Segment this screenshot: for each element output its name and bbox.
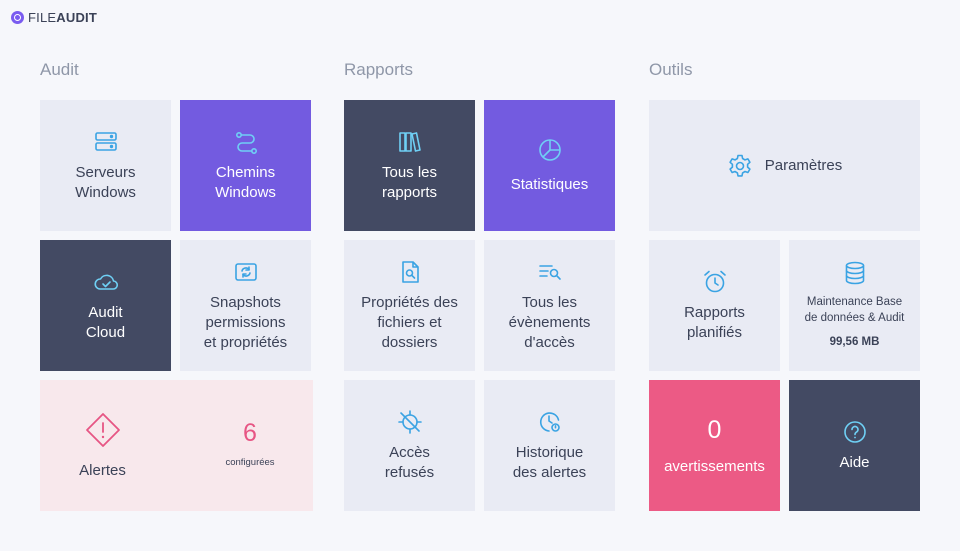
alerts-count: 6 [243, 418, 257, 447]
section-title-tools: Outils [649, 60, 693, 79]
logo-mark-icon [11, 11, 24, 24]
list-search-icon [538, 264, 561, 280]
tile-warnings[interactable]: 0 avertissements [649, 380, 780, 511]
books-icon [398, 131, 421, 152]
section-title-reports: Rapports [344, 60, 413, 79]
tile-statistics-label: Statistiques [510, 175, 589, 193]
tile-alert-history-label: Historique des alertes [512, 443, 587, 481]
help-circle-icon [843, 420, 866, 443]
tile-access-denied[interactable]: Accès refusés [344, 380, 475, 511]
app-logo: FILEAUDIT [11, 10, 97, 25]
tile-scheduled-reports-label: Rapports planifiés [684, 303, 745, 341]
tile-windows-servers-label: Serveurs Windows [75, 163, 136, 201]
tile-snapshots[interactable]: Snapshots permissions et propriétés [180, 240, 311, 371]
logo-suffix: AUDIT [56, 10, 97, 25]
tile-db-maintenance[interactable]: Maintenance Base de données & Audit 99,5… [789, 240, 920, 371]
section-title-audit: Audit [40, 60, 79, 79]
logo-text: FILEAUDIT [28, 10, 97, 25]
alerts-label: Alertes [79, 461, 126, 479]
tile-windows-paths-label: Chemins Windows [215, 163, 276, 201]
cloud-check-icon [93, 274, 118, 290]
gear-icon [729, 154, 751, 177]
tile-audit-cloud[interactable]: Audit Cloud [40, 240, 171, 371]
tile-snapshots-label: Snapshots permissions et propriétés [203, 293, 288, 351]
warnings-count: 0 [707, 415, 722, 444]
tile-audit-cloud-label: Audit Cloud [85, 303, 126, 341]
route-icon [235, 131, 257, 154]
alerts-counter: 6 configurées [215, 380, 285, 511]
tile-access-events[interactable]: Tous les évènements d'accès [484, 240, 615, 371]
alerts-count-label: configurées [225, 456, 275, 468]
tile-scheduled-reports[interactable]: Rapports planifiés [649, 240, 780, 371]
warnings-label: avertissements [664, 457, 765, 475]
tile-settings[interactable]: Paramètres [649, 100, 920, 231]
file-search-icon [401, 260, 419, 283]
pie-chart-icon [538, 138, 561, 161]
tile-file-properties-label: Propriétés des fichiers et dossiers [361, 293, 458, 351]
tile-all-reports-label: Tous les rapports [381, 163, 438, 201]
refresh-image-icon [234, 262, 257, 281]
tile-access-events-label: Tous les évènements d'accès [508, 293, 591, 351]
alerts-main: Alertes [40, 380, 165, 511]
tile-windows-servers[interactable]: Serveurs Windows [40, 100, 171, 231]
tile-alerts[interactable]: Alertes 6 configurées [40, 380, 313, 511]
database-icon [845, 261, 864, 284]
tile-help-label: Aide [839, 453, 870, 471]
clock-history-icon [539, 411, 560, 432]
tile-windows-paths[interactable]: Chemins Windows [180, 100, 311, 231]
tile-settings-label: Paramètres [764, 156, 843, 174]
tile-file-properties[interactable]: Propriétés des fichiers et dossiers [344, 240, 475, 371]
logo-prefix: FILE [28, 10, 57, 25]
tile-statistics[interactable]: Statistiques [484, 100, 615, 231]
tile-all-reports[interactable]: Tous les rapports [344, 100, 475, 231]
db-maintenance-label: Maintenance Base de données & Audit [804, 295, 905, 324]
warning-diamond-icon [85, 412, 120, 447]
tile-access-denied-label: Accès refusés [384, 443, 435, 481]
access-denied-icon [397, 409, 422, 434]
tile-alert-history[interactable]: Historique des alertes [484, 380, 615, 511]
db-size-value: 99,56 MB [829, 335, 880, 348]
alarm-clock-icon [703, 270, 726, 292]
server-icon [94, 131, 117, 151]
tile-help[interactable]: Aide [789, 380, 920, 511]
